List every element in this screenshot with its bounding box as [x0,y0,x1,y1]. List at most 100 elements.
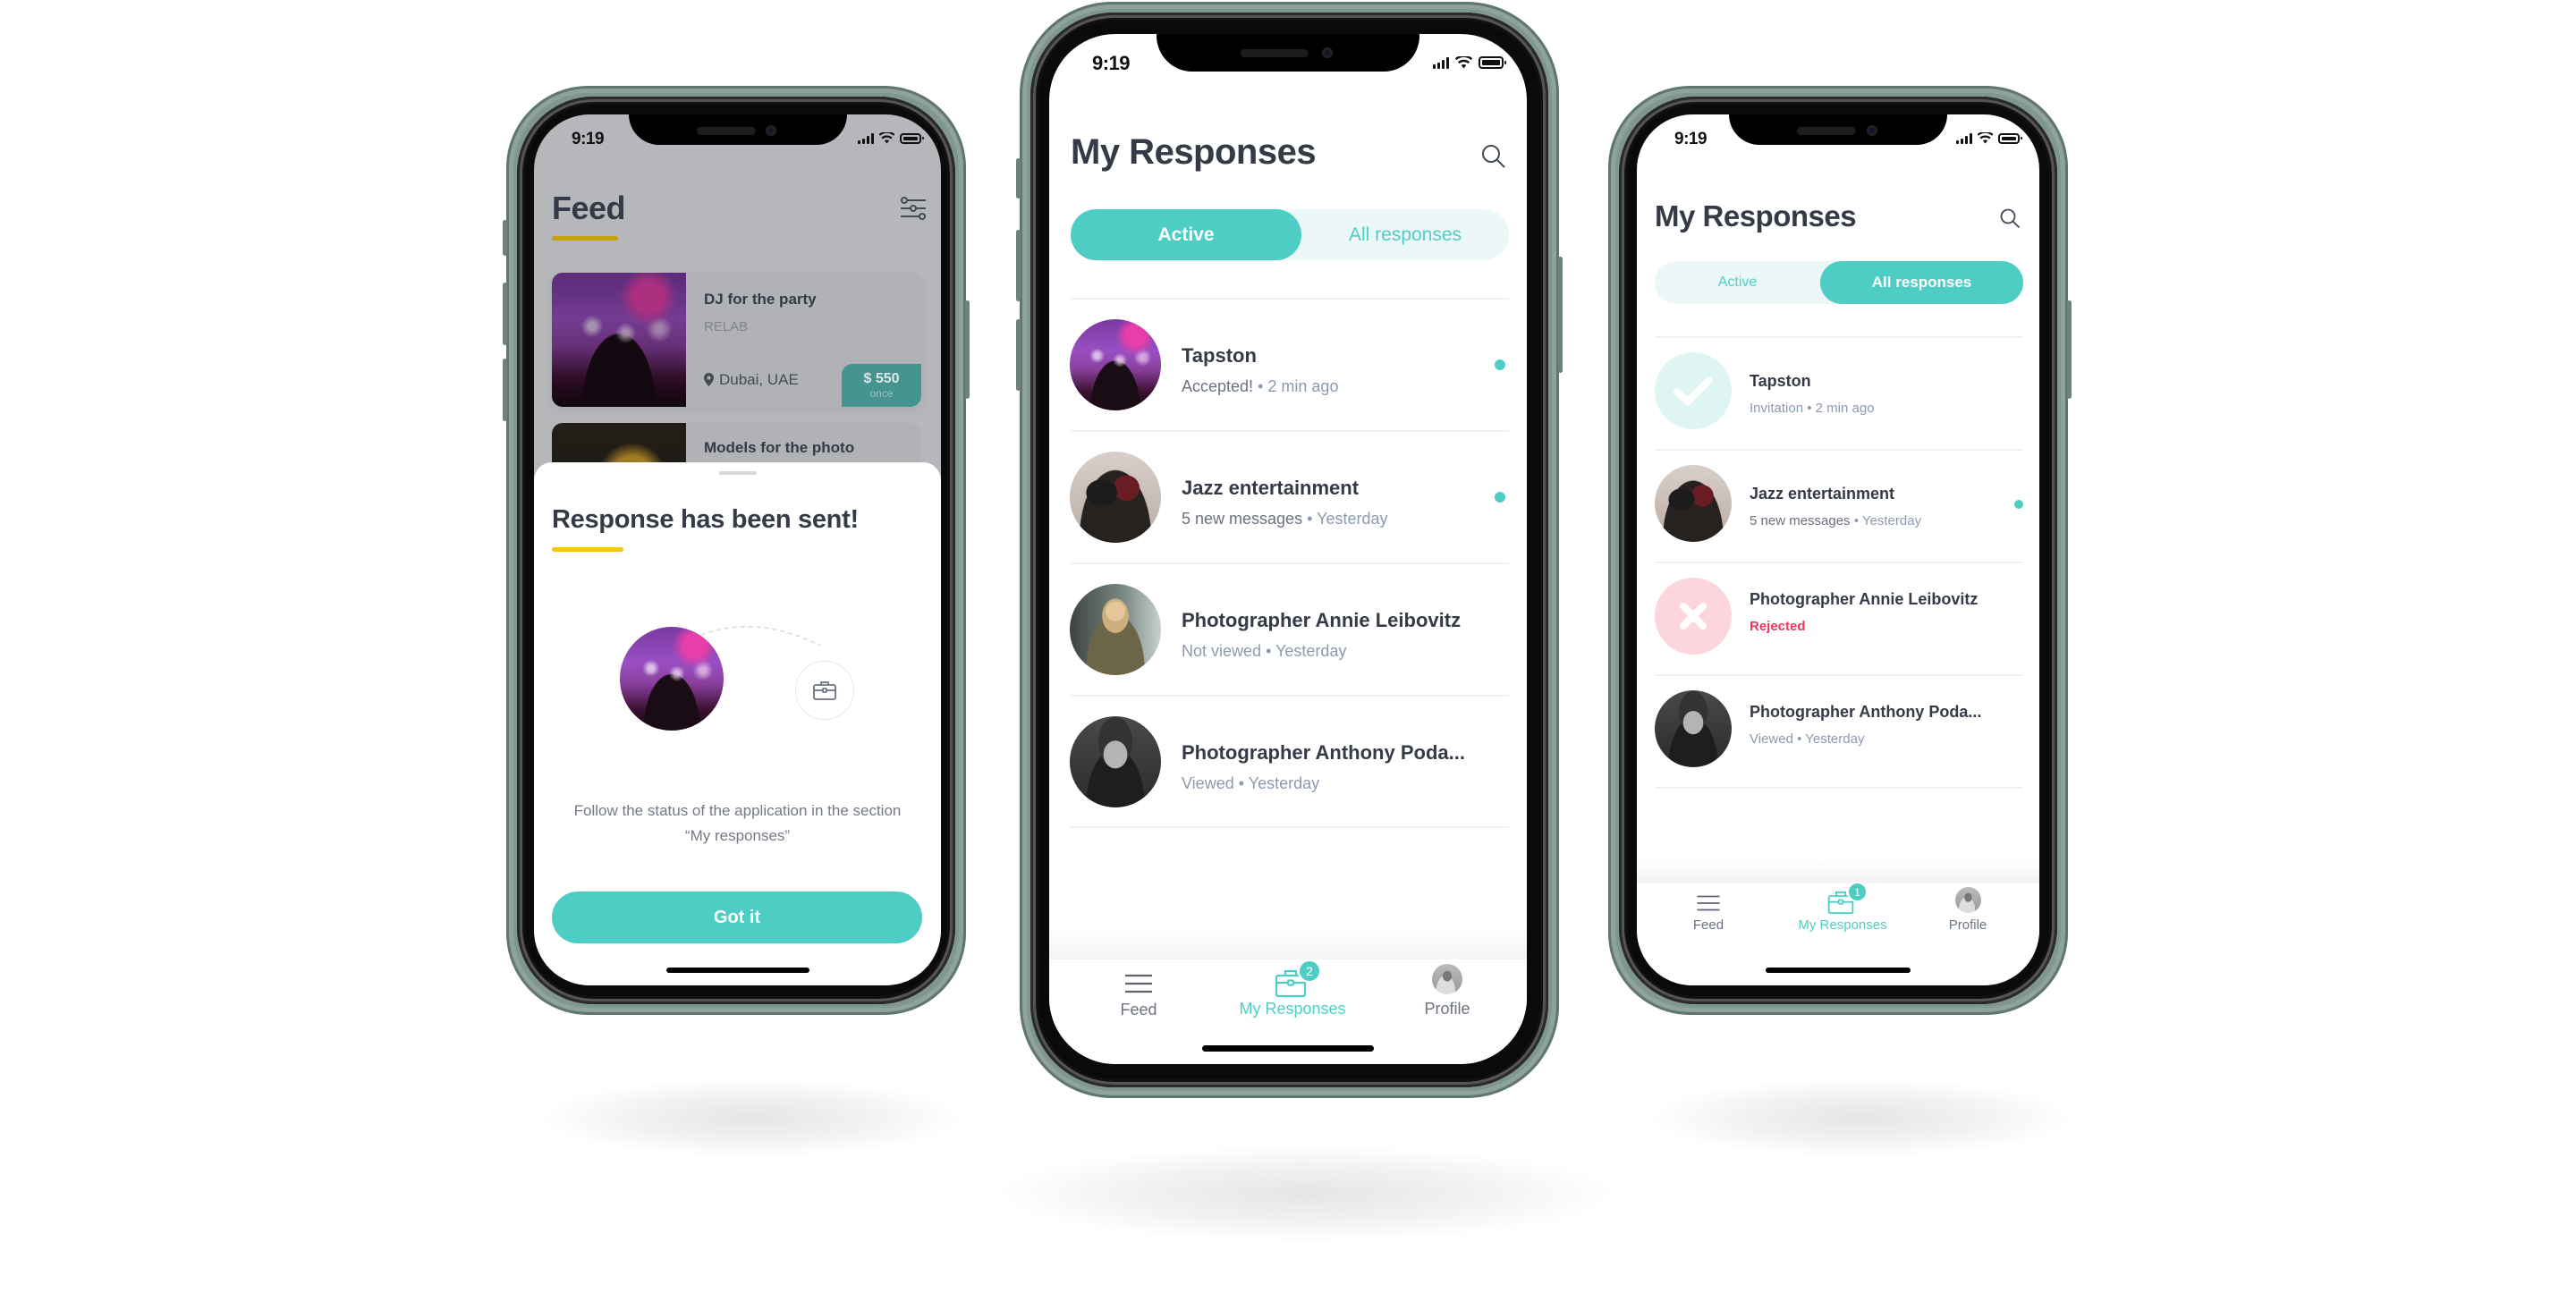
tab-bar: Feed 1 My Responses Profile [1637,882,2039,985]
tab-my-responses[interactable]: 1 My Responses [1780,882,1905,933]
title-underline [552,236,618,241]
status-icons [1433,56,1506,69]
search-icon[interactable] [1480,143,1507,170]
item-title: Photographer Anthony Poda... [1750,703,1982,721]
item-subtitle: Accepted! • 2 min ago [1182,377,1338,396]
close-x-icon [1680,603,1707,630]
search-icon[interactable] [1999,207,2021,230]
item-status: Viewed [1182,774,1234,792]
card-title: Models for the photo [704,439,855,456]
response-item[interactable]: Photographer Anthony Poda... Viewed • Ye… [1049,697,1527,828]
item-subtitle: Invitation • 2 min ago [1750,401,1875,416]
segment-all-responses[interactable]: All responses [1820,261,2023,304]
item-status: 5 new messages [1750,513,1851,528]
volume-up-button [503,283,507,345]
feed-card[interactable]: DJ for the party RELAB Dubai, UAE $ 550 … [552,273,921,407]
status-time: 9:19 [572,130,605,148]
price-period: once [869,387,894,400]
briefcase-icon [813,681,836,700]
divider [1655,787,2023,789]
tab-profile[interactable]: Profile [1402,964,1492,1018]
left-phone-shadow [537,1078,966,1158]
unread-dot [2014,500,2023,509]
battery-icon [1998,132,2022,144]
left-screen: 9:19 Feed DJ for the party RELAB Dubai, … [534,114,941,985]
avatar [1070,319,1161,410]
status-time: 9:19 [1092,52,1131,74]
item-separator: • [1266,642,1272,660]
tab-bar: Feed 2 My Responses Profile [1049,959,1527,1064]
sheet-title-underline [552,547,623,552]
sheet-message-line1: Follow the status of the application in … [573,802,902,819]
menu-icon [1125,974,1152,993]
response-item[interactable]: Photographer Annie Leibovitz Not viewed … [1049,564,1527,696]
notification-badge: 1 [1847,882,1868,902]
item-separator: • [1258,377,1264,395]
price-amount: $ 550 [863,371,900,386]
got-it-button[interactable]: Got it [552,892,922,943]
item-subtitle: 5 new messages • Yesterday [1182,510,1388,528]
briefcase-circle [795,661,854,720]
item-subtitle: Not viewed • Yesterday [1182,642,1346,661]
item-subtitle: Viewed • Yesterday [1750,731,1864,747]
response-item[interactable]: Tapston Invitation • 2 min ago [1637,338,2039,449]
item-subtitle: 5 new messages • Yesterday [1750,513,1921,528]
item-time: Yesterday [1275,642,1347,660]
left-phone: 9:19 Feed DJ for the party RELAB Dubai, … [503,86,970,1015]
item-status: Accepted! [1182,377,1254,395]
battery-icon [1479,56,1506,69]
job-avatar [620,627,724,731]
segment-active[interactable]: Active [1071,209,1301,260]
segmented-control: Active All responses [1071,209,1509,260]
item-separator: • [1853,513,1859,528]
tab-label: My Responses [1239,1000,1346,1018]
avatar [1070,584,1161,675]
tab-feed[interactable]: Feed [1673,892,1744,933]
response-item[interactable]: Tapston Accepted! • 2 min ago [1049,300,1527,431]
filter-sliders-icon[interactable] [899,195,928,224]
segment-active[interactable]: Active [1655,261,1820,304]
center-screen: 9:19 My Responses Active All responses T… [1049,34,1527,1064]
item-time: Yesterday [1317,510,1388,528]
sheet-grabber[interactable] [718,471,757,475]
card-location: Dubai, UAE [719,371,799,388]
item-status-rejected: Rejected [1750,619,1806,634]
response-item[interactable]: Photographer Anthony Poda... Viewed • Ye… [1637,676,2039,787]
item-time: 2 min ago [1815,401,1875,416]
divider [1071,826,1509,828]
wifi-icon [1455,56,1472,69]
avatar [1070,716,1161,807]
sheet-title: Response has been sent! [552,505,859,534]
item-time: Yesterday [1805,731,1865,747]
home-indicator [1202,1045,1374,1052]
response-item[interactable]: Photographer Annie Leibovitz Rejected [1637,563,2039,674]
item-separator: • [1797,731,1802,747]
tab-my-responses[interactable]: 2 My Responses [1216,959,1368,1018]
accepted-status-circle [1655,352,1732,429]
signal-icon [1433,56,1449,69]
item-time: Yesterday [1248,774,1320,792]
sheet-message-line2: “My responses” [684,827,791,844]
notification-badge: 2 [1298,959,1321,983]
mute-switch [503,220,507,256]
item-title: Jazz entertainment [1750,485,1895,503]
item-subtitle: Viewed • Yesterday [1182,774,1319,793]
signal-icon [858,132,874,144]
segment-all-responses[interactable]: All responses [1301,209,1509,260]
card-company: RELAB [704,319,749,334]
right-phone-shadow [1646,1078,2075,1158]
item-title: Photographer Annie Leibovitz [1750,590,1979,608]
tab-label: Profile [1424,1000,1470,1018]
tab-feed[interactable]: Feed [1098,971,1179,1019]
response-item[interactable]: Jazz entertainment 5 new messages • Yest… [1637,451,2039,562]
tab-profile[interactable]: Profile [1932,887,2004,933]
notch [628,114,847,145]
item-separator: • [1307,510,1313,528]
item-status: Not viewed [1182,642,1262,660]
response-item[interactable]: Jazz entertainment 5 new messages • Yest… [1049,432,1527,563]
side-button [2067,300,2072,399]
tabbar-fade [1637,857,2039,883]
right-phone: 9:19 My Responses Active All responses T… [1608,86,2072,1015]
avatar [1432,964,1462,994]
tabbar-fade [1049,928,1527,959]
